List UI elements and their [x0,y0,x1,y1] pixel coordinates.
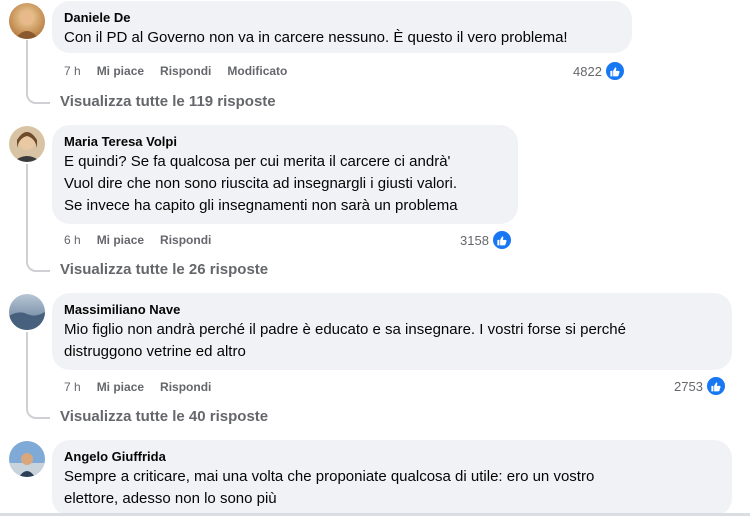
reply-button[interactable]: Rispondi [160,232,211,248]
reaction-count[interactable]: 4822 [573,61,625,81]
thread-line [26,332,28,408]
comment-author[interactable]: Massimiliano Nave [64,301,720,318]
comment-bubble: Daniele De Con il PD al Governo non va i… [52,1,632,53]
comment-text: Con il PD al Governo non va in carcere n… [64,29,568,46]
thumbs-up-icon [705,376,726,396]
avatar[interactable] [9,3,45,39]
reaction-count[interactable]: 2753 [674,376,726,396]
comment-bubble: Angelo Giuffrida Sempre a criticare, mai… [52,440,732,516]
comment-bubble: Maria Teresa Volpi E quindi? Se fa qualc… [52,125,518,224]
edited-label: Modificato [227,64,288,78]
likes-count: 4822 [573,63,602,79]
avatar[interactable] [9,441,45,477]
reply-button[interactable]: Rispondi [160,379,211,395]
view-replies-link[interactable]: Visualizza tutte le 26 risposte [60,260,268,280]
comment-author[interactable]: Maria Teresa Volpi [64,133,506,150]
comment-time[interactable]: 7 h [64,379,81,395]
comment-text: Mio figlio non andrà perché il padre è e… [64,321,626,360]
avatar[interactable] [9,294,45,330]
avatar[interactable] [9,126,45,162]
thumbs-up-icon [604,61,625,81]
comment-author[interactable]: Angelo Giuffrida [64,448,720,465]
thread-line [26,164,28,260]
thread-connector [26,407,50,419]
comment-time[interactable]: 7 h [64,63,81,79]
like-button[interactable]: Mi piace [97,232,144,248]
thread-connector [26,92,50,104]
view-replies-link[interactable]: Visualizza tutte le 119 risposte [60,92,276,112]
comment-author[interactable]: Daniele De [64,9,620,26]
likes-count: 2753 [674,378,703,394]
reaction-count[interactable]: 3158 [460,230,512,250]
like-button[interactable]: Mi piace [97,379,144,395]
reply-button[interactable]: Rispondi [160,63,211,79]
comment-actions: 6 h Mi piace Rispondi [64,232,211,248]
like-button[interactable]: Mi piace [97,63,144,79]
comment-text: Sempre a criticare, mai una volta che pr… [64,468,595,507]
thread-line [26,40,28,92]
comment-actions: 7 h Mi piace Rispondi Modificato [64,63,287,79]
comment-time[interactable]: 6 h [64,232,81,248]
thumbs-up-icon [491,230,512,250]
view-replies-link[interactable]: Visualizza tutte le 40 risposte [60,407,268,427]
thread-connector [26,260,50,272]
comment-text: E quindi? Se fa qualcosa per cui merita … [64,153,458,214]
comment-bubble: Massimiliano Nave Mio figlio non andrà p… [52,293,732,370]
likes-count: 3158 [460,232,489,248]
comment-actions: 7 h Mi piace Rispondi [64,379,211,395]
